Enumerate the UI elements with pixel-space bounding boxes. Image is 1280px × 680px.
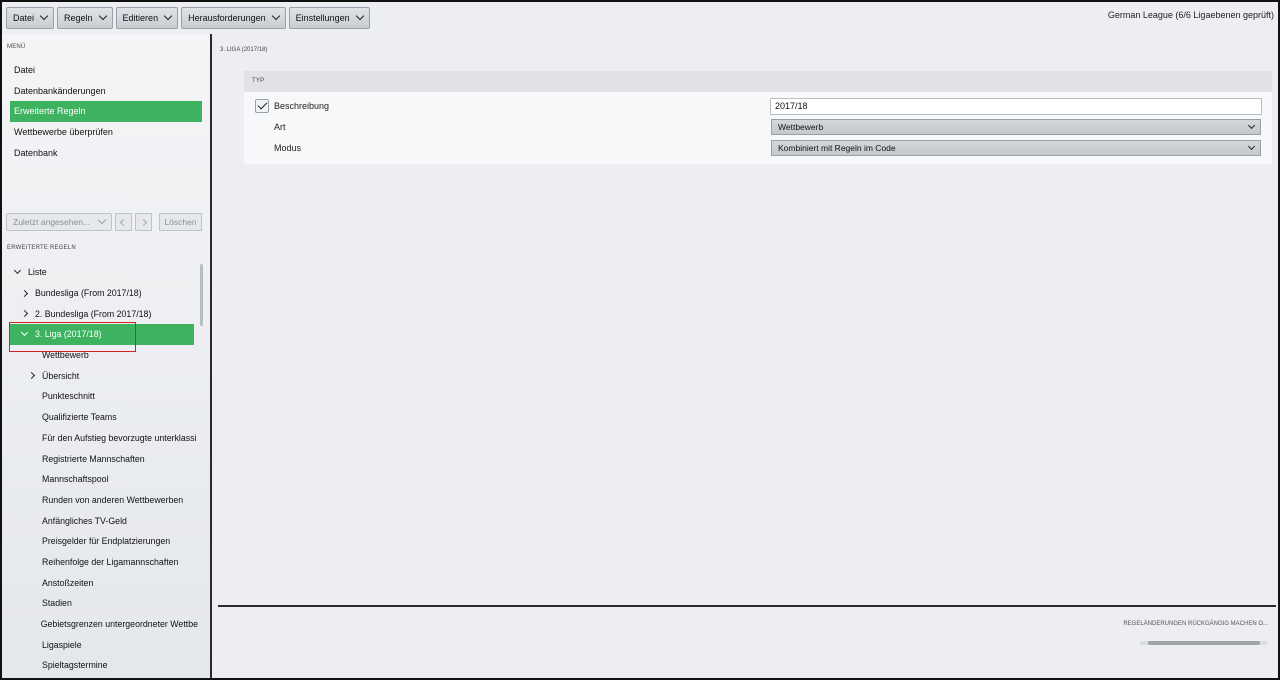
menu-herausforderungen-button[interactable]: Herausforderungen xyxy=(181,7,286,29)
forward-button[interactable] xyxy=(135,213,152,231)
rules-section-label: ERWEITERTE REGELN xyxy=(7,245,76,251)
tree-item[interactable]: Registrierte Mannschaften xyxy=(10,448,198,469)
chevron-right-icon xyxy=(20,310,28,318)
description-checkbox[interactable] xyxy=(255,99,269,113)
tree-item[interactable]: Spieltagstermine xyxy=(10,655,198,676)
tree-item-label: 2. Bundesliga (From 2017/18) xyxy=(35,308,152,319)
tree-item-label: Anstoßzeiten xyxy=(42,577,94,588)
chevron-down-icon xyxy=(355,11,364,21)
art-label: Art xyxy=(274,122,286,132)
tree-item-label: Liste xyxy=(28,267,47,278)
undo-changes-label[interactable]: REGELÄNDERUNGEN RÜCKGÄNGIG MACHEN O... xyxy=(1123,621,1268,627)
progress-fill xyxy=(1148,641,1260,645)
expand-toggle[interactable] xyxy=(24,372,38,380)
tree-item[interactable]: Anfängliches TV-Geld xyxy=(10,510,198,531)
sidebar-item-datenbank[interactable]: Datenbank xyxy=(10,143,202,164)
recent-navigation: Zuletzt angesehen... Löschen xyxy=(6,213,202,232)
tree-item[interactable]: Reihenfolge der Ligamannschaften xyxy=(10,552,198,573)
chevron-right-icon xyxy=(20,289,28,297)
menu-einstellungen-button[interactable]: Einstellungen xyxy=(288,7,370,29)
tree-item-label: Preisgelder für Endplatzierungen xyxy=(42,536,171,547)
tree-item[interactable]: Gebietsgrenzen untergeordneter Wettbe xyxy=(10,614,198,635)
menu-editieren-button[interactable]: Editieren xyxy=(115,7,179,29)
tree-item[interactable]: Anstoßzeiten xyxy=(10,572,198,593)
tree-item[interactable]: Liste xyxy=(10,262,198,283)
chevron-left-icon xyxy=(119,218,128,226)
description-label: Beschreibung xyxy=(274,101,330,111)
tree-item-label: Mannschaftspool xyxy=(42,474,109,485)
tree-item-label: Spieltagstermine xyxy=(42,660,108,671)
menu-datei-button[interactable]: Datei xyxy=(6,7,55,29)
checkmark-icon xyxy=(257,99,267,110)
chevron-down-icon xyxy=(163,11,173,21)
chevron-down-icon xyxy=(39,11,49,21)
undo-progress-bar xyxy=(1140,641,1267,645)
selection-highlight-box xyxy=(9,322,136,352)
tree-item[interactable]: Preisgelder für Endplatzierungen xyxy=(10,531,198,552)
expand-toggle[interactable] xyxy=(17,310,31,318)
tree-item-label: Qualifizierte Teams xyxy=(42,412,117,423)
modus-label: Modus xyxy=(274,143,302,153)
chevron-down-icon xyxy=(271,11,280,21)
sidebar-item-erweiterte-regeln[interactable]: Erweiterte Regeln xyxy=(10,101,202,123)
tree-item-label: Für den Aufstieg bevorzugte unterklassi xyxy=(42,432,197,443)
panel-title: TYP xyxy=(244,71,1272,92)
tree-item-label: Bundesliga (From 2017/18) xyxy=(35,288,142,299)
tree-item-label: Gebietsgrenzen untergeordneter Wettbe xyxy=(40,619,198,630)
tree-item-label: Runden von anderen Wettbewerben xyxy=(42,494,184,505)
top-menu-bar: Datei Regeln Editieren Herausforderungen… xyxy=(2,2,1278,34)
tree-item-label: Übersicht xyxy=(42,370,80,381)
tree-item[interactable]: Ligaspiele xyxy=(10,634,198,655)
modus-row: Modus Kombiniert mit Regeln im Code xyxy=(244,138,1272,158)
tree-item-label: Registrierte Mannschaften xyxy=(42,453,145,464)
menu-regeln-button[interactable]: Regeln xyxy=(57,7,113,29)
tree-item[interactable]: Mannschaftspool xyxy=(10,469,198,490)
sidebar-menu: Datei Datenbankänderungen Erweiterte Reg… xyxy=(10,60,202,163)
type-panel: TYP Beschreibung 2017/18 Art Wettbewerb … xyxy=(244,71,1272,164)
description-input[interactable]: 2017/18 xyxy=(770,97,1262,115)
sidebar-item-datei[interactable]: Datei xyxy=(10,60,202,81)
recently-viewed-select[interactable]: Zuletzt angesehen... xyxy=(6,213,112,231)
main-content: 3. LIGA (2017/18) TYP Beschreibung 2017/… xyxy=(214,34,1278,678)
tree-item[interactable]: 2. Bundesliga (From 2017/18) xyxy=(10,303,198,324)
chevron-right-icon xyxy=(27,372,35,380)
expand-toggle[interactable] xyxy=(17,289,31,297)
tree-scrollbar[interactable] xyxy=(200,264,203,326)
tree-item-label: Punkteschnitt xyxy=(42,391,95,402)
tree-item-label: Stadien xyxy=(42,598,72,609)
sidebar: MENÜ Datei Datenbankänderungen Erweitert… xyxy=(2,34,212,678)
tree-item[interactable]: Stadien xyxy=(10,593,198,614)
art-select[interactable]: Wettbewerb xyxy=(771,119,1261,135)
breadcrumb: 3. LIGA (2017/18) xyxy=(220,47,268,53)
chevron-down-icon xyxy=(1247,142,1256,150)
tree-item-label: Reihenfolge der Ligamannschaften xyxy=(42,556,179,567)
footer-divider xyxy=(218,605,1276,607)
tree-item[interactable]: Übersicht xyxy=(10,365,198,386)
tree-item-label: Ligaspiele xyxy=(42,639,82,650)
tree-item[interactable]: Für den Aufstieg bevorzugte unterklassi xyxy=(10,428,198,449)
league-status: German League (6/6 Ligaebenen geprüft) xyxy=(1107,10,1274,20)
chevron-down-icon xyxy=(97,215,107,225)
tree-item[interactable]: Punkteschnitt xyxy=(10,386,198,407)
delete-history-button[interactable]: Löschen xyxy=(159,213,202,231)
collapse-toggle[interactable] xyxy=(10,266,24,274)
chevron-down-icon xyxy=(98,11,107,21)
modus-select[interactable]: Kombiniert mit Regeln im Code xyxy=(771,140,1261,156)
sidebar-item-wettbewerbe-ueberpruefen[interactable]: Wettbewerbe überprüfen xyxy=(10,122,202,143)
tree-item[interactable]: Qualifizierte Teams xyxy=(10,407,198,428)
menu-section-label: MENÜ xyxy=(7,44,26,50)
back-button[interactable] xyxy=(115,213,132,231)
art-row: Art Wettbewerb xyxy=(244,117,1272,137)
tree-item[interactable]: Runden von anderen Wettbewerben xyxy=(10,490,198,511)
chevron-right-icon xyxy=(139,218,148,226)
tree-item[interactable]: Bundesliga (From 2017/18) xyxy=(10,283,198,304)
chevron-down-icon xyxy=(1247,121,1256,129)
chevron-down-icon xyxy=(13,266,21,274)
sidebar-item-datenbankaenderungen[interactable]: Datenbankänderungen xyxy=(10,81,202,102)
tree-item-label: Anfängliches TV-Geld xyxy=(42,515,127,526)
description-row: Beschreibung 2017/18 xyxy=(244,96,1272,116)
